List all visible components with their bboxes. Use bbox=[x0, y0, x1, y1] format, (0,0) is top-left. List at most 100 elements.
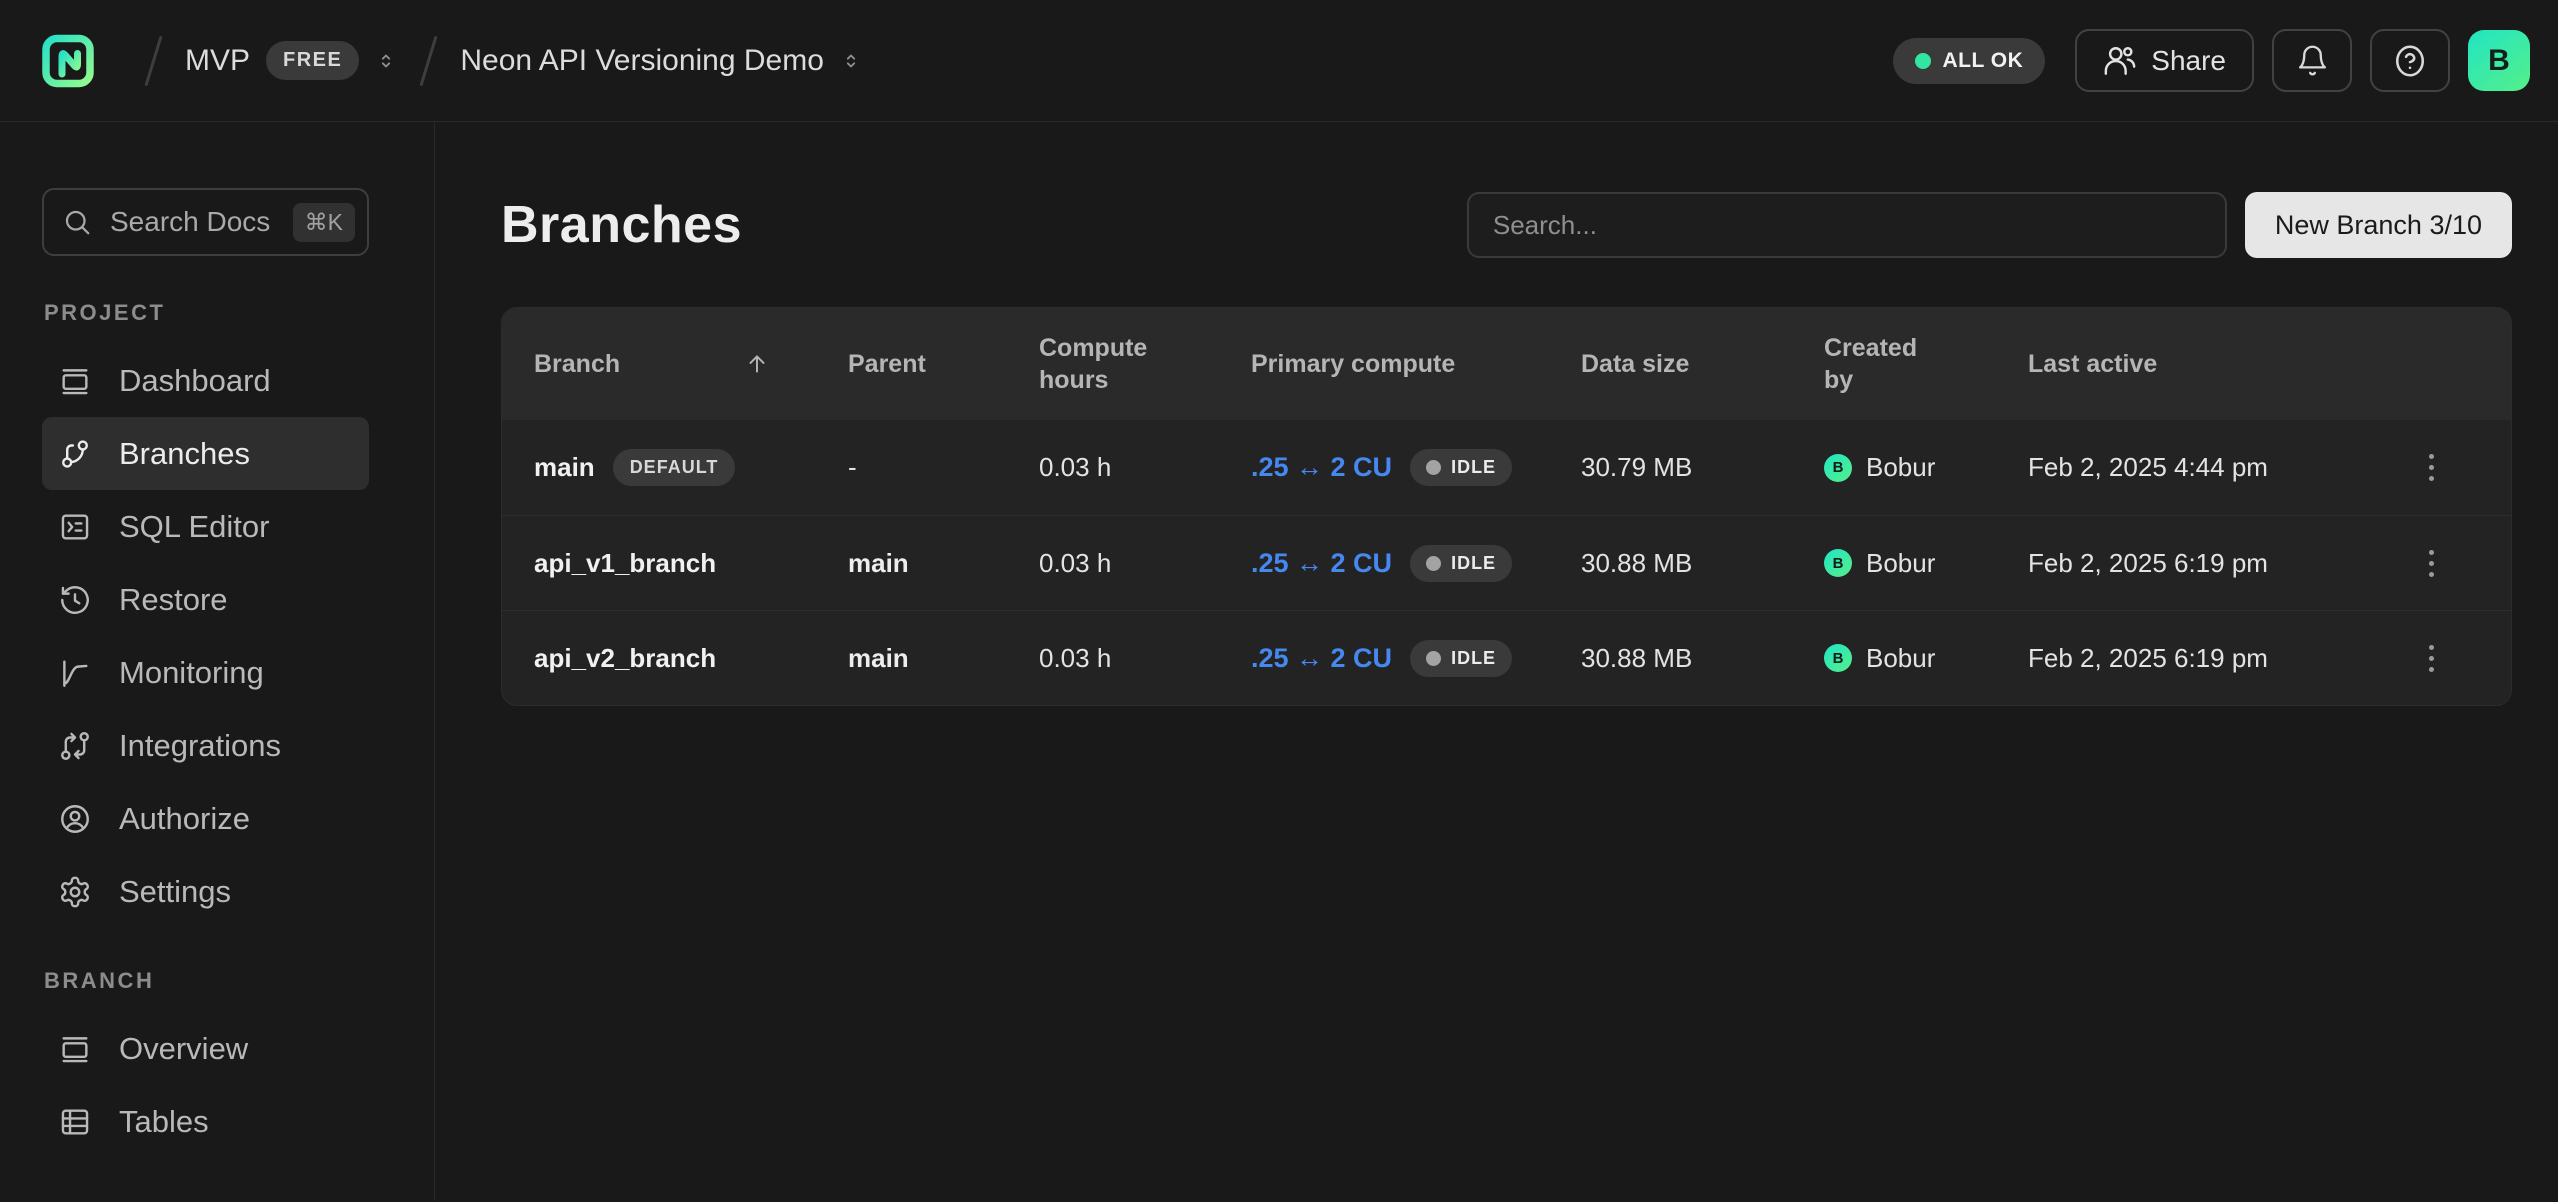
chevron-updown-icon[interactable] bbox=[375, 46, 397, 76]
overview-icon bbox=[58, 1032, 92, 1066]
sort-up-icon[interactable] bbox=[744, 351, 770, 377]
created-by-value: Bobur bbox=[1866, 452, 1935, 483]
branches-icon bbox=[58, 437, 92, 471]
search-docs-input[interactable]: Search Docs ⌘K bbox=[42, 188, 369, 256]
org-switcher[interactable]: MVP FREE bbox=[185, 41, 397, 80]
avatar: B bbox=[1824, 644, 1852, 672]
compute-state-label: IDLE bbox=[1451, 553, 1496, 574]
help-icon bbox=[2392, 43, 2428, 79]
col-primary-compute: Primary compute bbox=[1251, 350, 1455, 379]
branches-table: Branch Parent Compute hours Primary comp… bbox=[501, 307, 2512, 706]
users-icon bbox=[2103, 44, 2137, 78]
created-by-value: Bobur bbox=[1866, 643, 1935, 674]
status-dot-icon bbox=[1915, 53, 1931, 69]
last-active-value: Feb 2, 2025 4:44 pm bbox=[2028, 452, 2268, 483]
new-branch-button[interactable]: New Branch 3/10 bbox=[2245, 192, 2512, 258]
compute-hours-value: 0.03 h bbox=[1039, 643, 1111, 674]
sidebar-item-branches[interactable]: Branches bbox=[42, 417, 369, 490]
compute-state-label: IDLE bbox=[1451, 457, 1496, 478]
topbar: MVP FREE Neon API Versioning Demo ALL OK bbox=[0, 0, 2558, 122]
sidebar-item-label: Monitoring bbox=[119, 655, 264, 691]
dashboard-icon bbox=[58, 364, 92, 398]
row-menu-button[interactable] bbox=[2409, 630, 2453, 686]
table-row[interactable]: api_v2_branch main 0.03 h .25 ↔ 2 CU IDL… bbox=[502, 610, 2511, 705]
sidebar-item-settings[interactable]: Settings bbox=[42, 855, 369, 928]
bell-icon bbox=[2296, 44, 2329, 77]
sidebar-item-label: Dashboard bbox=[119, 363, 271, 399]
monitoring-icon bbox=[58, 656, 92, 690]
org-name: MVP bbox=[185, 44, 250, 78]
plan-badge: FREE bbox=[266, 41, 359, 80]
help-button[interactable] bbox=[2370, 29, 2450, 92]
authorize-icon bbox=[58, 802, 92, 836]
col-compute-hours: Compute hours bbox=[1039, 332, 1157, 397]
parent-value: main bbox=[848, 643, 909, 674]
last-active-value: Feb 2, 2025 6:19 pm bbox=[2028, 643, 2268, 674]
section-label-branch: BRANCH bbox=[44, 968, 369, 994]
user-avatar-initial: B bbox=[2488, 44, 2510, 78]
avatar-initial: B bbox=[1833, 555, 1844, 572]
sidebar-item-overview[interactable]: Overview bbox=[42, 1012, 369, 1085]
data-size-value: 30.79 MB bbox=[1581, 452, 1692, 483]
avatar: B bbox=[1824, 454, 1852, 482]
breadcrumb-divider bbox=[144, 35, 162, 86]
branch-name[interactable]: api_v2_branch bbox=[534, 643, 716, 674]
project-switcher[interactable]: Neon API Versioning Demo bbox=[460, 44, 862, 78]
avatar-initial: B bbox=[1833, 650, 1844, 667]
col-created-by: Created by bbox=[1824, 332, 1928, 397]
notifications-button[interactable] bbox=[2272, 29, 2352, 92]
row-menu-button[interactable] bbox=[2409, 440, 2453, 496]
share-button[interactable]: Share bbox=[2075, 29, 2254, 92]
default-badge: DEFAULT bbox=[613, 449, 736, 486]
primary-compute-link[interactable]: .25 ↔ 2 CU bbox=[1251, 548, 1392, 579]
page-title: Branches bbox=[501, 195, 742, 255]
sidebar-item-label: Branches bbox=[119, 436, 250, 472]
neon-logo[interactable] bbox=[40, 32, 122, 90]
col-data-size: Data size bbox=[1581, 350, 1689, 379]
compute-state-badge: IDLE bbox=[1410, 545, 1512, 582]
sidebar-item-dashboard[interactable]: Dashboard bbox=[42, 344, 369, 417]
compute-state-label: IDLE bbox=[1451, 648, 1496, 669]
col-parent: Parent bbox=[848, 350, 926, 379]
section-label-project: PROJECT bbox=[44, 300, 369, 326]
table-row[interactable]: api_v1_branch main 0.03 h .25 ↔ 2 CU IDL… bbox=[502, 515, 2511, 610]
compute-state-badge: IDLE bbox=[1410, 640, 1512, 677]
sidebar-item-monitoring[interactable]: Monitoring bbox=[42, 636, 369, 709]
sidebar-item-authorize[interactable]: Authorize bbox=[42, 782, 369, 855]
user-avatar[interactable]: B bbox=[2468, 30, 2530, 91]
sidebar-item-sql-editor[interactable]: SQL Editor bbox=[42, 490, 369, 563]
settings-icon bbox=[58, 875, 92, 909]
sql-editor-icon bbox=[58, 510, 92, 544]
integrations-icon bbox=[58, 729, 92, 763]
search-icon bbox=[62, 207, 92, 237]
compute-hours-value: 0.03 h bbox=[1039, 452, 1111, 483]
table-header-row: Branch Parent Compute hours Primary comp… bbox=[502, 308, 2511, 420]
sidebar-item-integrations[interactable]: Integrations bbox=[42, 709, 369, 782]
sidebar-item-restore[interactable]: Restore bbox=[42, 563, 369, 636]
primary-compute-link[interactable]: .25 ↔ 2 CU bbox=[1251, 643, 1392, 674]
avatar: B bbox=[1824, 549, 1852, 577]
col-branch: Branch bbox=[534, 350, 620, 379]
primary-compute-link[interactable]: .25 ↔ 2 CU bbox=[1251, 452, 1392, 483]
data-size-value: 30.88 MB bbox=[1581, 643, 1692, 674]
created-by-value: Bobur bbox=[1866, 548, 1935, 579]
main-content: Branches New Branch 3/10 Branch Parent bbox=[435, 122, 2558, 1201]
share-label: Share bbox=[2151, 45, 2226, 77]
row-menu-button[interactable] bbox=[2409, 535, 2453, 591]
sidebar-item-label: Authorize bbox=[119, 801, 250, 837]
avatar-initial: B bbox=[1833, 459, 1844, 476]
sidebar-item-tables[interactable]: Tables bbox=[42, 1085, 369, 1158]
chevron-updown-icon[interactable] bbox=[840, 46, 862, 76]
project-name: Neon API Versioning Demo bbox=[460, 44, 824, 78]
sidebar-item-label: Integrations bbox=[119, 728, 281, 764]
branch-search-input[interactable] bbox=[1467, 192, 2227, 258]
search-docs-label: Search Docs bbox=[110, 206, 270, 238]
status-badge[interactable]: ALL OK bbox=[1893, 38, 2046, 84]
branch-name[interactable]: api_v1_branch bbox=[534, 548, 716, 579]
table-row[interactable]: main DEFAULT - 0.03 h .25 ↔ 2 CU IDLE 30… bbox=[502, 420, 2511, 515]
sidebar-item-label: Overview bbox=[119, 1031, 248, 1067]
parent-value: - bbox=[848, 452, 857, 483]
status-label: ALL OK bbox=[1943, 49, 2024, 73]
branch-name[interactable]: main bbox=[534, 452, 595, 483]
restore-icon bbox=[58, 583, 92, 617]
